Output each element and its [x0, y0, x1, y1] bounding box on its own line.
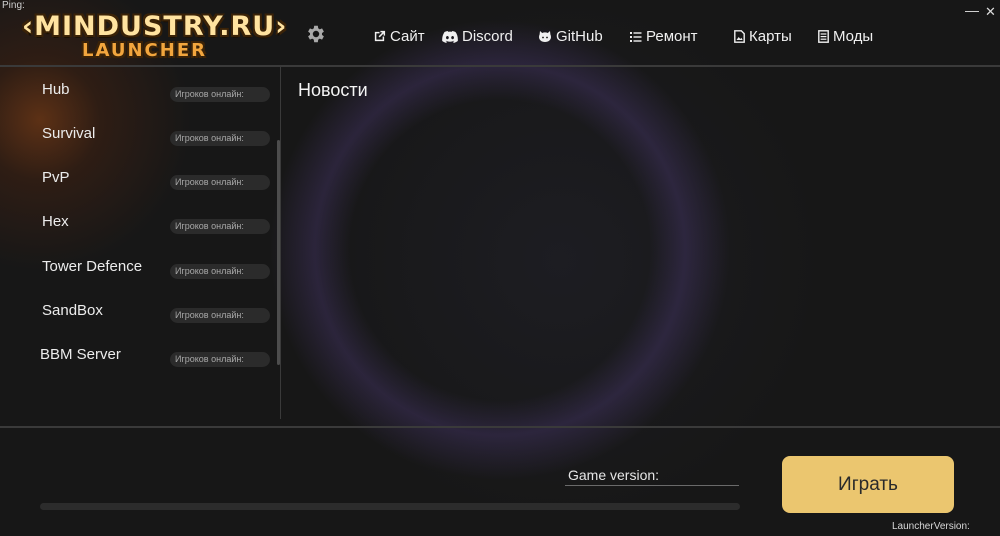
players-online-badge: Игроков онлайн:	[170, 131, 270, 146]
map-file-icon	[734, 30, 745, 43]
logo-title: ‹MINDUSTRY.RU›	[22, 11, 288, 42]
server-item-survival[interactable]: Survival Игроков онлайн:	[0, 125, 275, 151]
nav-maps-label: Карты	[749, 28, 792, 45]
nav-mods-label: Моды	[833, 28, 874, 45]
players-online-badge: Игроков онлайн:	[170, 264, 270, 279]
play-button[interactable]: Играть	[782, 456, 954, 513]
server-item-hex[interactable]: Hex Игроков онлайн:	[0, 213, 275, 239]
panel-divider	[280, 67, 281, 419]
mindustry-launcher-logo: ‹MINDUSTRY.RU› LAUNCHER	[22, 11, 288, 64]
server-item-sandbox[interactable]: SandBox Игроков онлайн:	[0, 302, 275, 328]
server-item-tower-defence[interactable]: Tower Defence Игроков онлайн:	[0, 258, 275, 284]
server-item-bbm-server[interactable]: BBM Server Игроков онлайн:	[0, 346, 275, 372]
footer-divider	[0, 426, 1000, 428]
server-name: Survival	[42, 125, 96, 142]
nav-discord-label: Discord	[462, 28, 513, 45]
list-icon	[630, 31, 642, 42]
play-button-label: Играть	[838, 473, 898, 495]
ping-label: Ping:	[2, 0, 25, 11]
minimize-button[interactable]: —	[965, 2, 979, 18]
nav-maps-link[interactable]: Карты	[734, 28, 792, 45]
nav-github-label: GitHub	[556, 28, 603, 45]
close-button[interactable]: ✕	[985, 4, 996, 20]
server-name: Tower Defence	[42, 258, 143, 275]
news-title: Новости	[298, 80, 368, 100]
nav-repair-label: Ремонт	[646, 28, 698, 45]
server-item-hub[interactable]: Hub Игроков онлайн:	[0, 81, 275, 107]
document-icon	[818, 30, 829, 43]
external-link-icon	[374, 30, 386, 42]
server-name: BBM Server	[40, 346, 121, 363]
logo-subtitle: LAUNCHER	[82, 40, 207, 61]
players-online-badge: Игроков онлайн:	[170, 87, 270, 102]
players-online-badge: Игроков онлайн:	[170, 175, 270, 190]
download-progress-bar	[40, 503, 740, 510]
players-online-badge: Игроков онлайн:	[170, 219, 270, 234]
server-item-pvp[interactable]: PvP Игроков онлайн:	[0, 169, 275, 195]
header-divider	[0, 65, 1000, 67]
players-online-badge: Игроков онлайн:	[170, 352, 270, 367]
nav-mods-link[interactable]: Моды	[818, 28, 873, 45]
server-name: PvP	[42, 169, 70, 186]
discord-icon	[442, 30, 458, 43]
settings-gear-icon[interactable]	[305, 23, 327, 45]
nav-github-link[interactable]: GitHub	[538, 28, 603, 45]
nav-site-label: Сайт	[390, 28, 425, 45]
nav-discord-link[interactable]: Discord	[442, 28, 513, 45]
game-version-label: Game version:	[568, 467, 660, 483]
server-name: Hub	[42, 81, 70, 98]
github-icon	[538, 31, 552, 42]
nav-repair-link[interactable]: Ремонт	[630, 28, 698, 45]
nav-site-link[interactable]: Сайт	[373, 28, 425, 45]
launcher-version-label: LauncherVersion:	[892, 521, 970, 532]
server-name: SandBox	[42, 302, 103, 319]
server-name: Hex	[42, 213, 69, 230]
players-online-badge: Игроков онлайн:	[170, 308, 270, 323]
game-version-underline	[565, 485, 739, 486]
